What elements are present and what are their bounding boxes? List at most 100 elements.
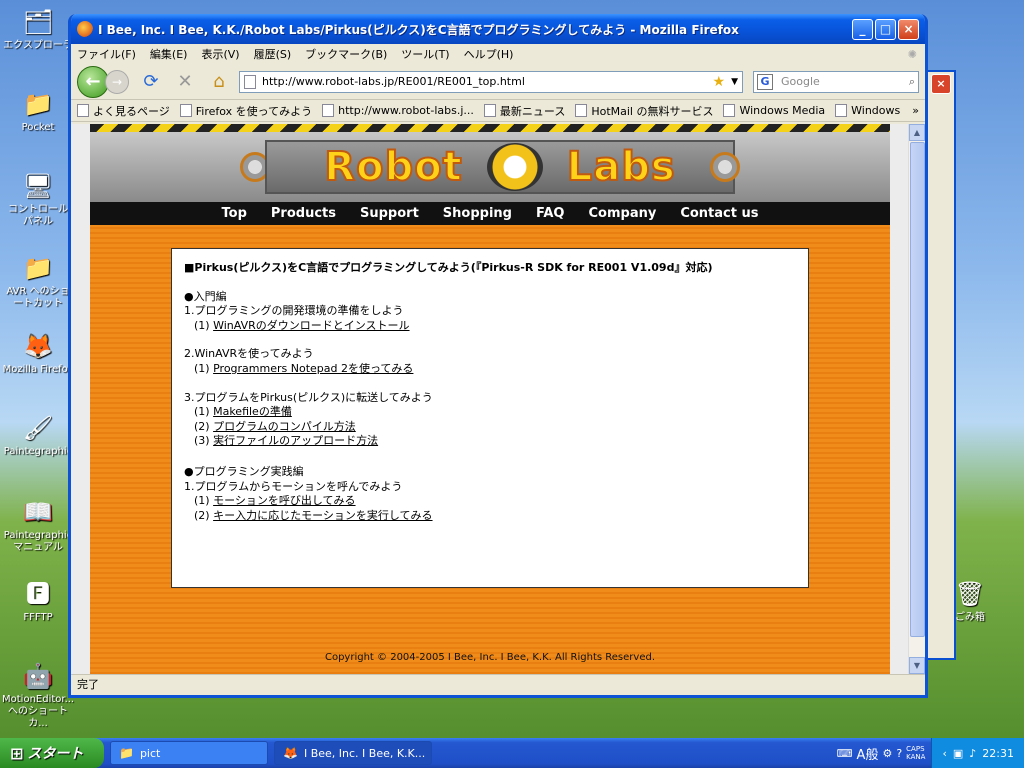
- lesson-link[interactable]: WinAVRのダウンロードとインストール: [213, 319, 409, 332]
- site-nav-link[interactable]: Company: [589, 206, 657, 221]
- desktop-icon-label: エクスプローラ: [3, 40, 73, 51]
- reload-icon[interactable]: ⟳: [139, 70, 163, 94]
- ime-mode[interactable]: A般: [857, 744, 879, 763]
- bookmark-item[interactable]: HotMail の無料サービス: [575, 103, 713, 119]
- menu-item[interactable]: 編集(E): [150, 46, 188, 62]
- taskbar-task[interactable]: 📁 pict: [110, 741, 268, 765]
- scroll-down-button[interactable]: ▼: [909, 657, 925, 674]
- taskbar: ⊞ スタート 📁 pict 🦊 I Bee, Inc. I Bee, K.K... ⌨…: [0, 738, 1024, 768]
- lesson-item: (2) キー入力に応じたモーションを実行してみる: [184, 509, 796, 524]
- maximize-button[interactable]: □: [875, 18, 896, 40]
- background-window[interactable]: ×: [928, 70, 956, 660]
- lesson-link[interactable]: キー入力に応じたモーションを実行してみる: [213, 509, 432, 522]
- home-icon[interactable]: ⌂: [207, 70, 231, 94]
- search-input[interactable]: Google: [781, 75, 909, 88]
- task-icon: 📁: [119, 746, 134, 760]
- site-nav-link[interactable]: Support: [360, 206, 419, 221]
- ime-tool-icon[interactable]: ⚙: [882, 747, 892, 760]
- scroll-up-button[interactable]: ▲: [909, 124, 925, 141]
- lesson-number: (1): [194, 318, 210, 332]
- forward-button[interactable]: →: [105, 69, 129, 94]
- url-bar[interactable]: http://www.robot-labs.jp/RE001/RE001_top…: [239, 70, 743, 93]
- menu-item[interactable]: 表示(V): [201, 46, 239, 62]
- volume-icon[interactable]: ♪: [969, 747, 976, 760]
- taskbar-task[interactable]: 🦊 I Bee, Inc. I Bee, K.K...: [274, 741, 432, 765]
- desktop-icon-glyph-icon: 🖌: [22, 414, 54, 442]
- bookmark-label: 最新ニュース: [499, 104, 566, 118]
- lesson-link[interactable]: 実行ファイルのアップロード方法: [213, 434, 378, 447]
- lesson-link[interactable]: Makefileの準備: [213, 405, 292, 418]
- bookmark-item[interactable]: 最新ニュース: [483, 103, 566, 119]
- scroll-thumb[interactable]: [910, 142, 925, 637]
- url-input[interactable]: http://www.robot-labs.jp/RE001/RE001_top…: [262, 75, 713, 88]
- desktop-icon[interactable]: 🤖 MotionEditor... へのショートカ...: [2, 660, 74, 730]
- desktop-icon-glyph-icon: 📖: [23, 498, 53, 526]
- search-icon[interactable]: ⌕: [909, 75, 915, 89]
- bookmark-item[interactable]: Firefox を使ってみよう: [179, 103, 312, 119]
- bookmarks-overflow-button[interactable]: »: [912, 104, 919, 117]
- robot-mascot-icon: [486, 143, 543, 191]
- menu-item[interactable]: ブックマーク(B): [305, 46, 387, 62]
- lesson-item: (1) Makefileの準備: [184, 405, 796, 420]
- stop-icon[interactable]: ✕: [173, 70, 197, 94]
- site-nav-link[interactable]: Contact us: [680, 206, 758, 221]
- lesson-number: (1): [194, 405, 210, 419]
- desktop-icon-glyph-icon: 🅵: [26, 580, 50, 608]
- desktop-icon-label: Pocket: [21, 122, 55, 133]
- start-button[interactable]: ⊞ スタート: [0, 738, 104, 768]
- bookmark-item[interactable]: Windows: [835, 104, 900, 117]
- hazard-stripe: [90, 124, 890, 132]
- windows-flag-icon: ⊞: [10, 743, 24, 763]
- system-tray: ‹ ▣ ♪ 22:31: [931, 738, 1024, 768]
- site-nav-link[interactable]: Products: [271, 206, 336, 221]
- section-title: ●入門編: [184, 289, 227, 303]
- desktop-icon[interactable]: 🗂 エクスプローラ: [2, 6, 74, 52]
- page-heading: ■Pirkus(ピルクス)をC言語でプログラミングしてみよう(『Pirkus-R…: [184, 261, 713, 274]
- lesson-link[interactable]: Programmers Notepad 2を使ってみる: [213, 362, 413, 375]
- menu-item[interactable]: ヘルプ(H): [464, 46, 514, 62]
- desktop-icon[interactable]: 🖥 コントロール パネル: [2, 170, 74, 228]
- bookmark-page-icon: [835, 104, 848, 117]
- bookmark-item[interactable]: Windows Media: [723, 104, 825, 117]
- desktop-icon[interactable]: 📁 Pocket: [2, 88, 74, 134]
- close-button[interactable]: ×: [898, 18, 919, 40]
- bookmarks-toolbar: よく見るページ Firefox を使ってみよう http://www.robot-l…: [71, 100, 925, 122]
- caps-indicator: CAPS: [906, 745, 925, 753]
- vertical-scrollbar[interactable]: ▲ ▼: [908, 124, 925, 674]
- bookmark-page-icon: [179, 104, 192, 117]
- desktop-icon[interactable]: 📖 Paintegraphic マニュアル: [2, 496, 74, 554]
- title-bar[interactable]: I Bee, Inc. I Bee, K.K./Robot Labs/Pirku…: [71, 14, 925, 44]
- clock[interactable]: 22:31: [982, 747, 1014, 760]
- menu-item[interactable]: 履歴(S): [254, 46, 292, 62]
- lesson-link[interactable]: プログラムのコンパイル方法: [213, 420, 356, 433]
- url-dropdown-icon[interactable]: ▼: [731, 77, 738, 87]
- desktop-icon[interactable]: 🅵 FFFTP: [2, 578, 74, 624]
- background-window-close-icon[interactable]: ×: [931, 74, 951, 94]
- bookmark-item[interactable]: http://www.robot-labs.j...: [322, 104, 474, 117]
- tray-expand-icon[interactable]: ‹: [942, 747, 946, 760]
- menu-item[interactable]: ファイル(F): [77, 46, 136, 62]
- desktop-icon[interactable]: 🦊 Mozilla Firefox: [2, 330, 74, 376]
- start-label: スタート: [27, 746, 84, 762]
- desktop-icon-glyph-icon: 🦊: [23, 332, 53, 360]
- menu-item[interactable]: ツール(T): [401, 46, 449, 62]
- lesson-link[interactable]: モーションを呼び出してみる: [213, 494, 355, 507]
- search-box[interactable]: G Google ⌕: [753, 70, 919, 93]
- tray-app-icon[interactable]: ▣: [953, 747, 963, 760]
- bookmark-star-icon[interactable]: ★: [713, 74, 726, 90]
- minimize-button[interactable]: _: [852, 18, 873, 40]
- lesson-group: 1.プログラムからモーションを呼んでみよう (1) モーションを呼び出してみる (2…: [184, 480, 796, 524]
- site-nav-link[interactable]: FAQ: [536, 206, 565, 221]
- desktop-icon[interactable]: 📁 AVR へのショートカット: [2, 252, 74, 310]
- site-nav-link[interactable]: Top: [222, 206, 247, 221]
- site-nav-link[interactable]: Shopping: [443, 206, 512, 221]
- recycle-bin-icon: 🗑: [954, 580, 986, 608]
- robot-labs-logo[interactable]: Robot Labs: [265, 140, 735, 194]
- throbber-icon: ✺: [907, 47, 917, 61]
- help-icon[interactable]: ?: [896, 747, 902, 760]
- desktop-icon[interactable]: 🖌 Paintegraphic: [2, 412, 74, 458]
- bookmark-label: HotMail の無料サービス: [591, 104, 714, 118]
- google-icon[interactable]: G: [757, 73, 773, 90]
- keyboard-icon[interactable]: ⌨: [837, 747, 853, 760]
- bookmark-item[interactable]: よく見るページ: [77, 103, 170, 119]
